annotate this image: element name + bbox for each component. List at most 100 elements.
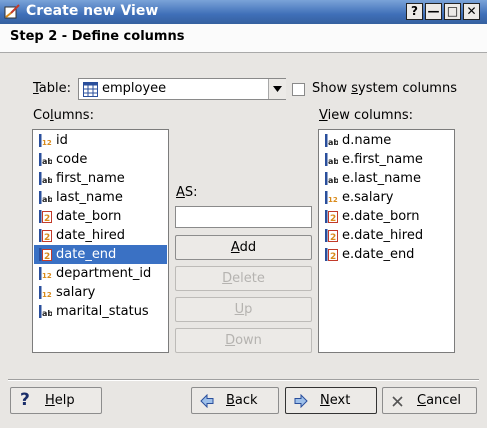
step-title: Step 2 - Define columns	[10, 29, 185, 44]
list-item[interactable]: 12 salary	[34, 283, 167, 302]
list-item[interactable]: 2 date_born	[34, 207, 167, 226]
delete-button[interactable]: Delete	[175, 266, 312, 291]
close-button[interactable]: ✕	[463, 3, 480, 20]
columns-list[interactable]: 12idabcodeabfirst_nameablast_name2date_b…	[32, 129, 169, 353]
as-label: AS:	[176, 185, 198, 200]
text-type-icon: ab	[325, 134, 338, 147]
svg-text:2: 2	[44, 214, 50, 223]
list-item[interactable]: ab d.name	[320, 131, 453, 150]
integer-type-icon: 12	[39, 134, 52, 147]
text-type-icon: ab	[39, 191, 52, 204]
date-type-icon: 2	[39, 248, 52, 261]
integer-type-icon: 12	[325, 191, 338, 204]
list-item-label: first_name	[56, 171, 125, 186]
date-type-icon: 2	[39, 229, 52, 242]
date-type-icon: 2	[325, 210, 338, 223]
svg-text:ab: ab	[328, 157, 338, 166]
list-item-label: e.salary	[342, 190, 394, 205]
date-type-icon: 2	[325, 229, 338, 242]
list-item-label: marital_status	[56, 304, 149, 319]
list-item[interactable]: 2 e.date_born	[320, 207, 453, 226]
help-window-button[interactable]: ?	[406, 3, 423, 20]
svg-text:ab: ab	[328, 138, 338, 147]
arrow-left-icon	[200, 394, 214, 408]
list-item[interactable]: ab last_name	[34, 188, 167, 207]
date-type-icon: 2	[325, 248, 338, 261]
next-button[interactable]: Next	[285, 387, 377, 414]
svg-text:ab: ab	[42, 176, 52, 185]
close-icon	[392, 396, 403, 407]
window-title: Create new View	[26, 3, 159, 19]
list-item[interactable]: 12 id	[34, 131, 167, 150]
svg-text:2: 2	[330, 214, 336, 223]
table-combo-value: employee	[102, 81, 167, 96]
svg-text:ab: ab	[328, 176, 338, 185]
list-item[interactable]: 2 date_end	[34, 245, 167, 264]
list-item[interactable]: 12 e.salary	[320, 188, 453, 207]
list-item-label: last_name	[56, 190, 123, 205]
table-grid-icon	[83, 82, 98, 97]
svg-text:2: 2	[330, 233, 336, 242]
integer-type-icon: 12	[39, 286, 52, 299]
list-item-label: department_id	[56, 266, 152, 281]
date-type-icon: 2	[39, 210, 52, 223]
svg-text:ab: ab	[42, 195, 52, 204]
list-item-label: date_end	[56, 247, 117, 262]
list-item-label: date_hired	[56, 228, 125, 243]
cancel-button[interactable]: Cancel	[382, 387, 477, 414]
list-item-label: code	[56, 152, 88, 167]
as-input[interactable]	[175, 206, 312, 228]
minimize-button[interactable]: —	[425, 3, 442, 20]
show-system-columns-checkbox[interactable]	[292, 83, 305, 96]
svg-text:12: 12	[328, 196, 338, 204]
text-type-icon: ab	[39, 172, 52, 185]
chevron-down-icon	[273, 86, 282, 92]
list-item-label: e.date_hired	[342, 228, 424, 243]
list-item[interactable]: abcode	[34, 150, 167, 169]
list-item-label: e.date_born	[342, 209, 420, 224]
list-item[interactable]: ab e.first_name	[320, 150, 453, 169]
list-item[interactable]: ab e.last_name	[320, 169, 453, 188]
list-item-label: id	[56, 133, 68, 148]
list-item[interactable]: 2 e.date_hired	[320, 226, 453, 245]
arrow-right-icon	[294, 394, 308, 408]
list-item[interactable]: 2 e.date_end	[320, 245, 453, 264]
svg-text:12: 12	[42, 139, 52, 147]
text-type-icon: ab	[39, 153, 52, 166]
app-icon	[4, 4, 20, 19]
list-item-label: date_born	[56, 209, 122, 224]
svg-text:2: 2	[44, 252, 50, 261]
svg-text:2: 2	[44, 233, 50, 242]
list-item-label: salary	[56, 285, 96, 300]
show-system-columns-label: Show system columns	[312, 81, 457, 96]
list-item-label: e.first_name	[342, 152, 423, 167]
view-columns-label: View columns:	[319, 108, 413, 123]
question-mark-icon: ?	[20, 390, 30, 410]
text-type-icon: ab	[39, 305, 52, 318]
footer-separator	[8, 379, 479, 381]
svg-text:12: 12	[42, 291, 52, 299]
svg-text:12: 12	[42, 272, 52, 280]
combo-arrow-button[interactable]	[268, 79, 286, 99]
list-item[interactable]: 2 date_hired	[34, 226, 167, 245]
svg-text:ab: ab	[42, 157, 52, 166]
list-item-label: e.last_name	[342, 171, 421, 186]
list-item[interactable]: ab marital_status	[34, 302, 167, 321]
svg-text:2: 2	[330, 252, 336, 261]
maximize-button[interactable]: □	[444, 3, 461, 20]
list-item-label: e.date_end	[342, 247, 415, 262]
back-button[interactable]: Back	[191, 387, 279, 414]
help-button[interactable]: ? Help	[10, 387, 102, 414]
text-type-icon: ab	[325, 153, 338, 166]
columns-label: Columns:	[33, 108, 94, 123]
list-item[interactable]: ab first_name	[34, 169, 167, 188]
svg-text:ab: ab	[42, 309, 52, 318]
view-columns-list[interactable]: abd.nameabe.first_nameabe.last_name12e.s…	[318, 129, 455, 353]
list-item[interactable]: 12 department_id	[34, 264, 167, 283]
integer-type-icon: 12	[39, 267, 52, 280]
add-button[interactable]: Add	[175, 235, 312, 260]
up-button[interactable]: Up	[175, 297, 312, 322]
down-button[interactable]: Down	[175, 328, 312, 353]
table-label: Table:	[33, 81, 72, 96]
text-type-icon: ab	[325, 172, 338, 185]
